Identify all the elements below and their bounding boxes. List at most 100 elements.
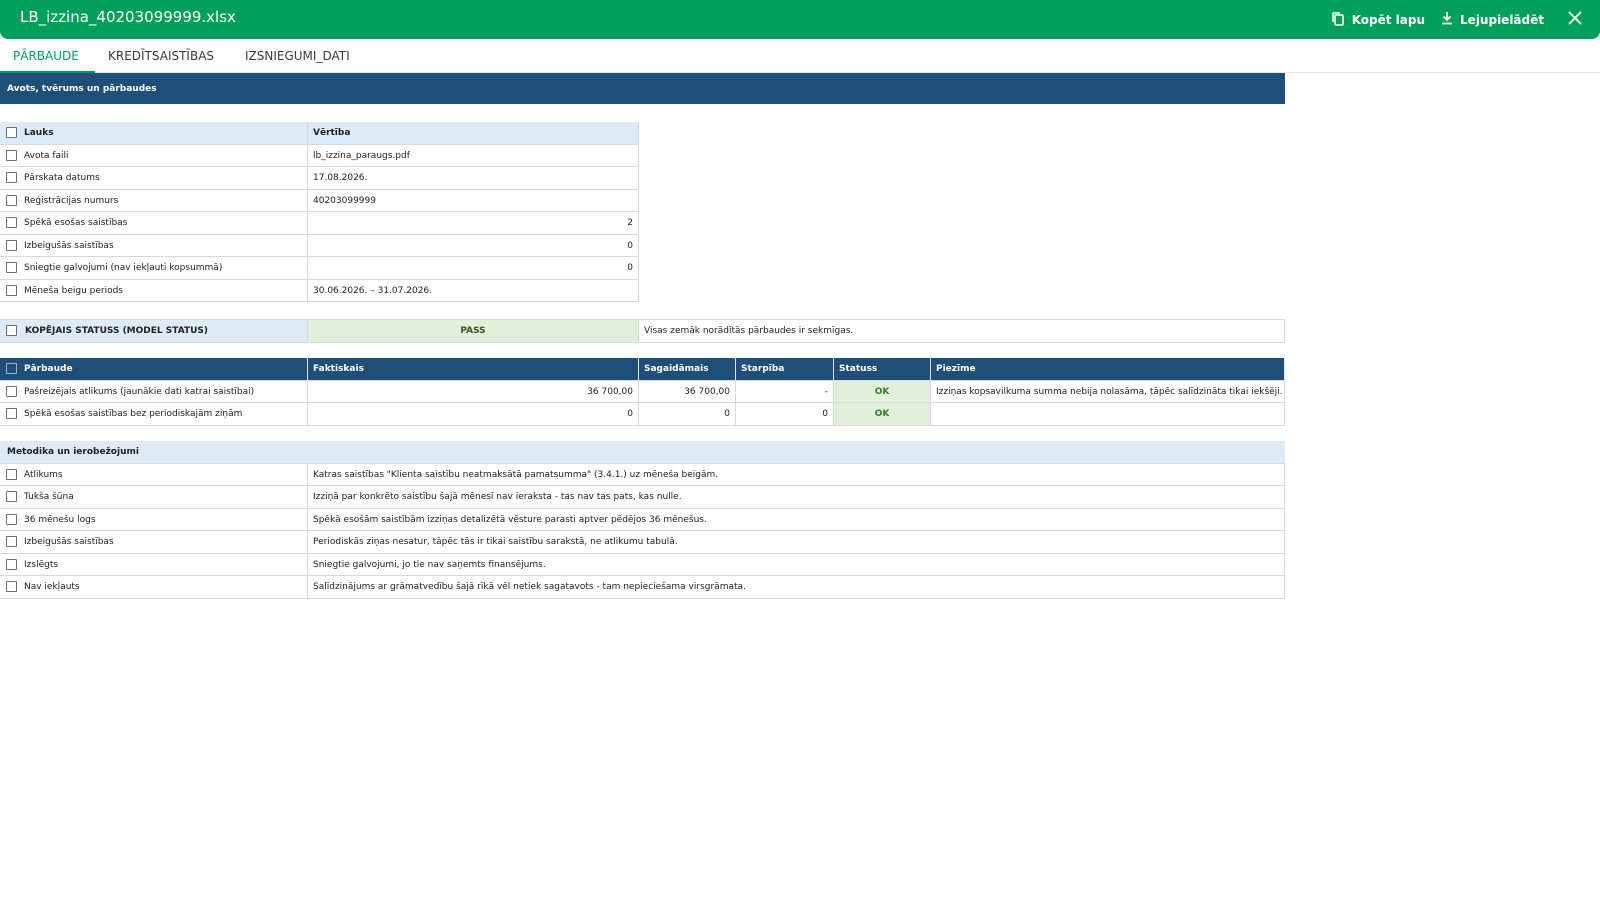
status-note: Visas zemāk norādītās pārbaudes ir sekmī… <box>639 320 1285 342</box>
status-label: KOPĒJAIS STATUSS (MODEL STATUS) <box>0 320 308 342</box>
row-checkbox[interactable] <box>6 172 17 183</box>
row-checkbox[interactable] <box>6 262 17 273</box>
table-row: Pārskata datums 17.08.2026. <box>0 167 639 190</box>
method-term: Nav iekļauts <box>19 576 308 598</box>
row-checkbox[interactable] <box>6 284 17 296</box>
col-header-lauks: Lauks <box>19 122 308 144</box>
copy-page-button[interactable]: Kopēt lapu <box>1331 11 1425 29</box>
method-term: Tukša šūna <box>19 486 308 508</box>
table-row: Avota faili lb_izzina_paraugs.pdf <box>0 144 639 167</box>
field-label: Pārskata datums <box>19 167 308 189</box>
download-button[interactable]: Lejupielādēt <box>1441 11 1544 28</box>
table-row: Sniegtie galvojumi (nav iekļauti kopsumm… <box>0 257 639 280</box>
header-checkbox[interactable] <box>6 363 17 374</box>
row-checkbox[interactable] <box>6 513 17 525</box>
field-label: Spēkā esošas saistības <box>19 212 308 234</box>
row-checkbox[interactable] <box>6 491 17 502</box>
close-button[interactable] <box>1568 10 1582 29</box>
field-value[interactable]: 40203099999 <box>308 189 639 211</box>
header-checkbox[interactable] <box>6 127 17 138</box>
toolbar-actions: Kopēt lapu Lejupielādēt <box>1315 0 1582 39</box>
check-note[interactable] <box>931 403 1285 425</box>
col-header-statuss: Statuss <box>834 358 931 380</box>
title-bar: LB_izzina_40203099999.xlsx Kopēt lapu Le… <box>0 0 1600 39</box>
status-badge: OK <box>834 380 931 402</box>
col-header-piezime: Piezīme <box>931 358 1285 380</box>
method-desc[interactable]: Katras saistības "Klienta saistību neatm… <box>308 463 1285 485</box>
close-icon <box>1568 10 1582 29</box>
field-label: Izbeigušās saistības <box>19 234 308 256</box>
row-checkbox[interactable] <box>6 558 17 570</box>
method-desc[interactable]: Sniegtie galvojumi, jo tie nav saņemts f… <box>308 553 1285 575</box>
field-value[interactable]: 0 <box>308 257 639 279</box>
check-name: Spēkā esošas saistības bez periodiskajām… <box>19 403 308 425</box>
status-badge: OK <box>834 403 931 425</box>
tab-kreditsaistibas[interactable]: KREDĪTSAISTĪBAS <box>108 39 214 73</box>
method-term: 36 mēnešu logs <box>19 508 308 530</box>
copy-page-label: Kopēt lapu <box>1351 12 1426 27</box>
info-table: Lauks Vērtība Avota faili lb_izzina_para… <box>0 122 639 302</box>
col-header-parbaude: Pārbaude <box>19 358 308 380</box>
table-row: Mēneša beigu periods 30.06.2026. – 31.07… <box>0 279 639 302</box>
method-term: Izslēgts <box>19 553 308 575</box>
row-checkbox[interactable] <box>6 468 17 480</box>
row-checkbox[interactable] <box>6 536 17 547</box>
field-value[interactable]: 2 <box>308 212 639 234</box>
row-checkbox[interactable] <box>6 194 17 206</box>
table-row: Nav iekļauts Salīdzinājums ar grāmatvedī… <box>0 576 1285 599</box>
section-title: Avots, tvērums un pārbaudes <box>0 73 1285 104</box>
table-row: Atlikums Katras saistības "Klienta saist… <box>0 463 1285 486</box>
row-checkbox[interactable] <box>6 217 17 228</box>
row-checkbox[interactable] <box>6 408 17 419</box>
table-row: Reģistrācijas numurs 40203099999 <box>0 189 639 212</box>
info-table-header: Lauks Vērtība <box>0 122 639 145</box>
status-badge: PASS <box>308 320 639 342</box>
expected-value[interactable]: 0 <box>639 403 736 425</box>
col-header-faktiskais: Faktiskais <box>308 358 639 380</box>
download-label: Lejupielādēt <box>1460 12 1544 27</box>
col-header-starpiba: Starpība <box>736 358 834 380</box>
checks-table: Pārbaude Faktiskais Sagaidāmais Starpība… <box>0 358 1285 426</box>
field-value[interactable]: 17.08.2026. <box>308 167 639 189</box>
field-label: Reģistrācijas numurs <box>19 189 308 211</box>
method-table-header: Metodika un ierobežojumi <box>0 441 1285 464</box>
field-value[interactable]: 30.06.2026. – 31.07.2026. <box>308 279 639 301</box>
status-row: KOPĒJAIS STATUSS (MODEL STATUS) PASS Vis… <box>0 320 1285 343</box>
method-table: Metodika un ierobežojumi Atlikums Katras… <box>0 441 1285 599</box>
row-checkbox[interactable] <box>6 581 17 592</box>
actual-value[interactable]: 36 700,00 <box>308 380 639 402</box>
row-checkbox[interactable] <box>6 385 17 397</box>
download-icon <box>1441 11 1460 28</box>
checks-table-header: Pārbaude Faktiskais Sagaidāmais Starpība… <box>0 358 1285 381</box>
method-desc[interactable]: Spēkā esošām saistībām izziņas detalizēt… <box>308 508 1285 530</box>
tab-parbaude[interactable]: PĀRBAUDE <box>0 39 95 73</box>
method-desc[interactable]: Izziņā par konkrēto saistību šajā mēnesī… <box>308 486 1285 508</box>
table-row: Izbeigušās saistības Periodiskās ziņas n… <box>0 531 1285 554</box>
method-term: Atlikums <box>19 463 308 485</box>
table-row: Spēkā esošas saistības bez periodiskajām… <box>0 403 1285 426</box>
diff-value[interactable]: - <box>736 380 834 402</box>
method-title: Metodika un ierobežojumi <box>7 447 139 457</box>
field-value[interactable]: 0 <box>308 234 639 256</box>
copy-icon <box>1331 11 1352 29</box>
diff-value[interactable]: 0 <box>736 403 834 425</box>
field-value[interactable]: lb_izzina_paraugs.pdf <box>308 144 639 166</box>
row-checkbox[interactable] <box>6 149 17 161</box>
method-desc[interactable]: Salīdzinājums ar grāmatvedību šajā rīkā … <box>308 576 1285 598</box>
col-header-sagaidamais: Sagaidāmais <box>639 358 736 380</box>
table-row: Pašreizējais atlikums (jaunākie dati kat… <box>0 380 1285 403</box>
status-table: KOPĒJAIS STATUSS (MODEL STATUS) PASS Vis… <box>0 319 1285 343</box>
sheet-tabs: PĀRBAUDE KREDĪTSAISTĪBAS IZSNIEGUMI_DATI <box>0 39 1600 73</box>
actual-value[interactable]: 0 <box>308 403 639 425</box>
table-row: 36 mēnešu logs Spēkā esošām saistībām iz… <box>0 508 1285 531</box>
table-row: Tukša šūna Izziņā par konkrēto saistību … <box>0 486 1285 509</box>
file-title: LB_izzina_40203099999.xlsx <box>20 8 236 26</box>
row-checkbox[interactable] <box>6 239 17 251</box>
tab-izsniegumi-dati[interactable]: IZSNIEGUMI_DATI <box>245 39 350 73</box>
table-row: Spēkā esošas saistības 2 <box>0 212 639 235</box>
method-desc[interactable]: Periodiskās ziņas nesatur, tāpēc tās ir … <box>308 531 1285 553</box>
field-label: Mēneša beigu periods <box>19 279 308 301</box>
expected-value[interactable]: 36 700,00 <box>639 380 736 402</box>
check-note[interactable]: Izziņas kopsavilkuma summa nebija nolasā… <box>931 380 1285 402</box>
row-checkbox[interactable] <box>6 325 17 336</box>
